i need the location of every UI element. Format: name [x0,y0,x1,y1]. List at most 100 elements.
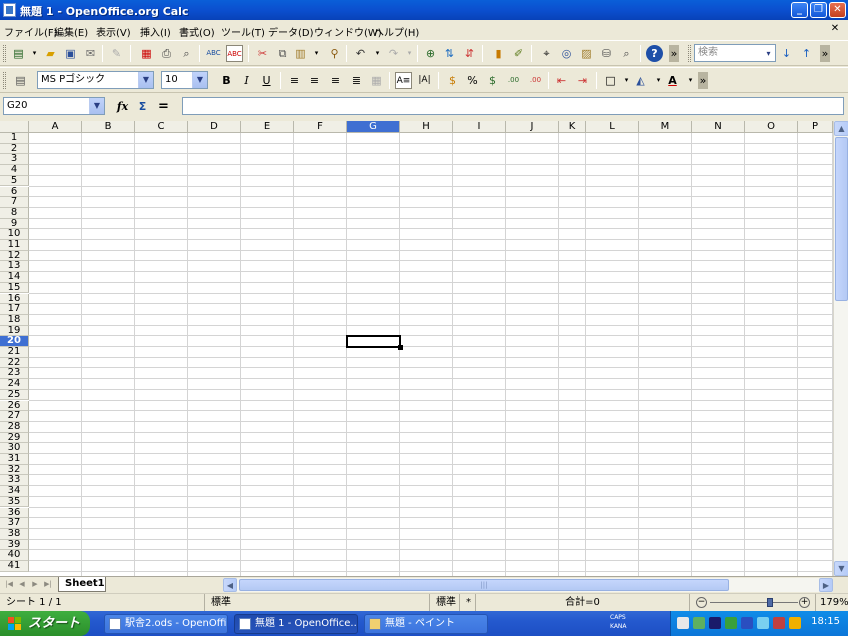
print-icon[interactable]: ⎙ [158,45,175,62]
menu-help[interactable]: ヘルプ(H) [374,24,419,39]
tray-icon[interactable] [709,617,721,629]
data-sources-icon[interactable]: ⛁ [598,45,615,62]
percent-format-icon[interactable]: % [464,72,481,89]
spreadsheet-grid[interactable]: ABCDEFGHIJKLMNOP 1 2 3 4 5 6 7 8 9 10 11 12 13 14 15 16… [0,121,833,576]
add-decimal-icon[interactable]: .00 [505,72,522,89]
open-folder-icon[interactable]: ▰ [42,45,59,62]
menu-data[interactable]: データ(D) [268,24,314,39]
zoom-percentage[interactable]: 179% [815,594,848,612]
sum-display[interactable]: 合計=0 [476,594,690,612]
scroll-up-icon[interactable]: ▲ [834,121,848,136]
column-header-a[interactable]: A [29,121,82,133]
row-header-28[interactable]: 28 [0,422,29,433]
tray-icon[interactable] [773,617,785,629]
help-icon[interactable]: ? [646,45,663,62]
text-direction-lr-icon[interactable]: A≡ [395,72,412,89]
column-header-h[interactable]: H [400,121,453,133]
menu-window[interactable]: ウィンドウ(W) [314,24,382,39]
toolbar-overflow-icon[interactable]: » [669,45,679,62]
chevron-down-icon[interactable]: ▼ [89,98,104,114]
menu-insert[interactable]: 挿入(I) [140,24,171,39]
standard-format-icon[interactable]: $ [484,72,501,89]
font-color-dropdown-icon[interactable]: ▾ [682,72,699,89]
menu-tools[interactable]: ツール(T) [221,24,265,39]
save-icon[interactable]: ▣ [62,45,79,62]
row-header-8[interactable]: 8 [0,208,29,219]
formula-input[interactable] [182,97,844,115]
menu-view[interactable]: 表示(V) [96,24,131,39]
taskbar-item-active[interactable]: 無題 1 - OpenOffice... [234,614,358,634]
column-header-l[interactable]: L [586,121,639,133]
zoom-icon[interactable]: ⌕ [618,45,635,62]
taskbar-item[interactable]: 駅舎2.ods - OpenOffi... [104,614,228,634]
minimize-button[interactable]: _ [791,2,808,18]
column-header-g[interactable]: G [347,121,400,133]
background-color-icon[interactable]: ◭ [632,72,649,89]
page-preview-icon[interactable]: ⌕ [178,45,195,62]
last-sheet-icon[interactable]: ▶| [43,579,53,590]
row-header-5[interactable]: 5 [0,175,29,187]
paste-icon[interactable]: ▥ [292,45,309,62]
menu-file[interactable]: ファイル(F) [4,24,58,39]
chevron-down-icon[interactable]: ▼ [192,72,207,88]
column-header-c[interactable]: C [135,121,188,133]
column-header-j[interactable]: J [506,121,559,133]
gallery-icon[interactable]: ▨ [578,45,595,62]
increase-indent-icon[interactable]: ⇥ [574,72,591,89]
tray-icon[interactable] [693,617,705,629]
bold-button[interactable]: B [218,72,235,89]
font-size-select[interactable]: 10 ▼ [161,71,208,89]
column-header-k[interactable]: K [559,121,586,133]
tray-icon[interactable] [789,617,801,629]
row-header-18[interactable]: 18 [0,315,29,326]
show-draw-functions-icon[interactable]: ✐ [510,45,527,62]
font-color-icon[interactable]: A [664,72,681,89]
row-header-41[interactable]: 41 [0,561,29,572]
decrease-indent-icon[interactable]: ⇤ [553,72,570,89]
spellcheck-icon[interactable]: ABC [205,45,222,62]
find-next-icon[interactable]: ↓ [778,45,795,62]
column-header-d[interactable]: D [188,121,241,133]
align-left-icon[interactable]: ≡ [286,72,303,89]
start-button[interactable]: スタート [0,611,90,636]
navigator-icon[interactable]: ◎ [558,45,575,62]
paste-dropdown-icon[interactable]: ▾ [308,45,325,62]
redo-dropdown-icon[interactable]: ▾ [401,45,418,62]
new-document-icon[interactable]: ▤ [10,45,27,62]
first-sheet-icon[interactable]: |◀ [4,579,14,590]
column-header-o[interactable]: O [745,121,798,133]
fill-handle[interactable] [398,344,403,350]
column-header-n[interactable]: N [692,121,745,133]
sort-descending-icon[interactable]: ⇵ [461,45,478,62]
tray-icon[interactable] [757,617,769,629]
page-style[interactable]: 標準 [205,594,430,612]
ime-indicator[interactable]: CAPS KANA [610,613,666,634]
find-replace-icon[interactable]: ⌖ [538,45,555,62]
document-close-icon[interactable]: ✕ [828,23,842,36]
hyperlink-icon[interactable]: ⊕ [422,45,439,62]
tray-icon[interactable] [725,617,737,629]
italic-button[interactable]: I [238,72,255,89]
zoom-out-icon[interactable]: − [696,597,707,608]
horizontal-scroll-thumb[interactable]: ||| [239,579,729,591]
function-wizard-icon[interactable]: fx [114,98,131,115]
zoom-in-icon[interactable]: + [799,597,810,608]
align-center-icon[interactable]: ≡ [306,72,323,89]
close-button[interactable]: ✕ [829,2,846,18]
horizontal-scrollbar[interactable]: ◀ ||| ▶ [223,578,833,592]
copy-icon[interactable]: ⧉ [274,45,291,62]
borders-icon[interactable]: □ [602,72,619,89]
row-header-38[interactable]: 38 [0,529,29,540]
toolbar-grip[interactable] [3,45,6,62]
vertical-scrollbar[interactable]: ▲ ▼ [833,121,848,576]
scroll-down-icon[interactable]: ▼ [834,561,848,576]
vertical-scroll-thumb[interactable] [835,137,848,301]
delete-decimal-icon[interactable]: .00 [527,72,544,89]
scroll-left-icon[interactable]: ◀ [223,578,237,592]
active-cell-cursor[interactable] [346,335,403,350]
taskbar-item[interactable]: 無題 - ペイント [364,614,488,634]
redo-icon[interactable]: ↷ [385,45,402,62]
font-name-select[interactable]: MS Pゴシック ▼ [37,71,154,89]
column-header-p[interactable]: P [798,121,833,133]
next-sheet-icon[interactable]: ▶ [30,579,40,590]
